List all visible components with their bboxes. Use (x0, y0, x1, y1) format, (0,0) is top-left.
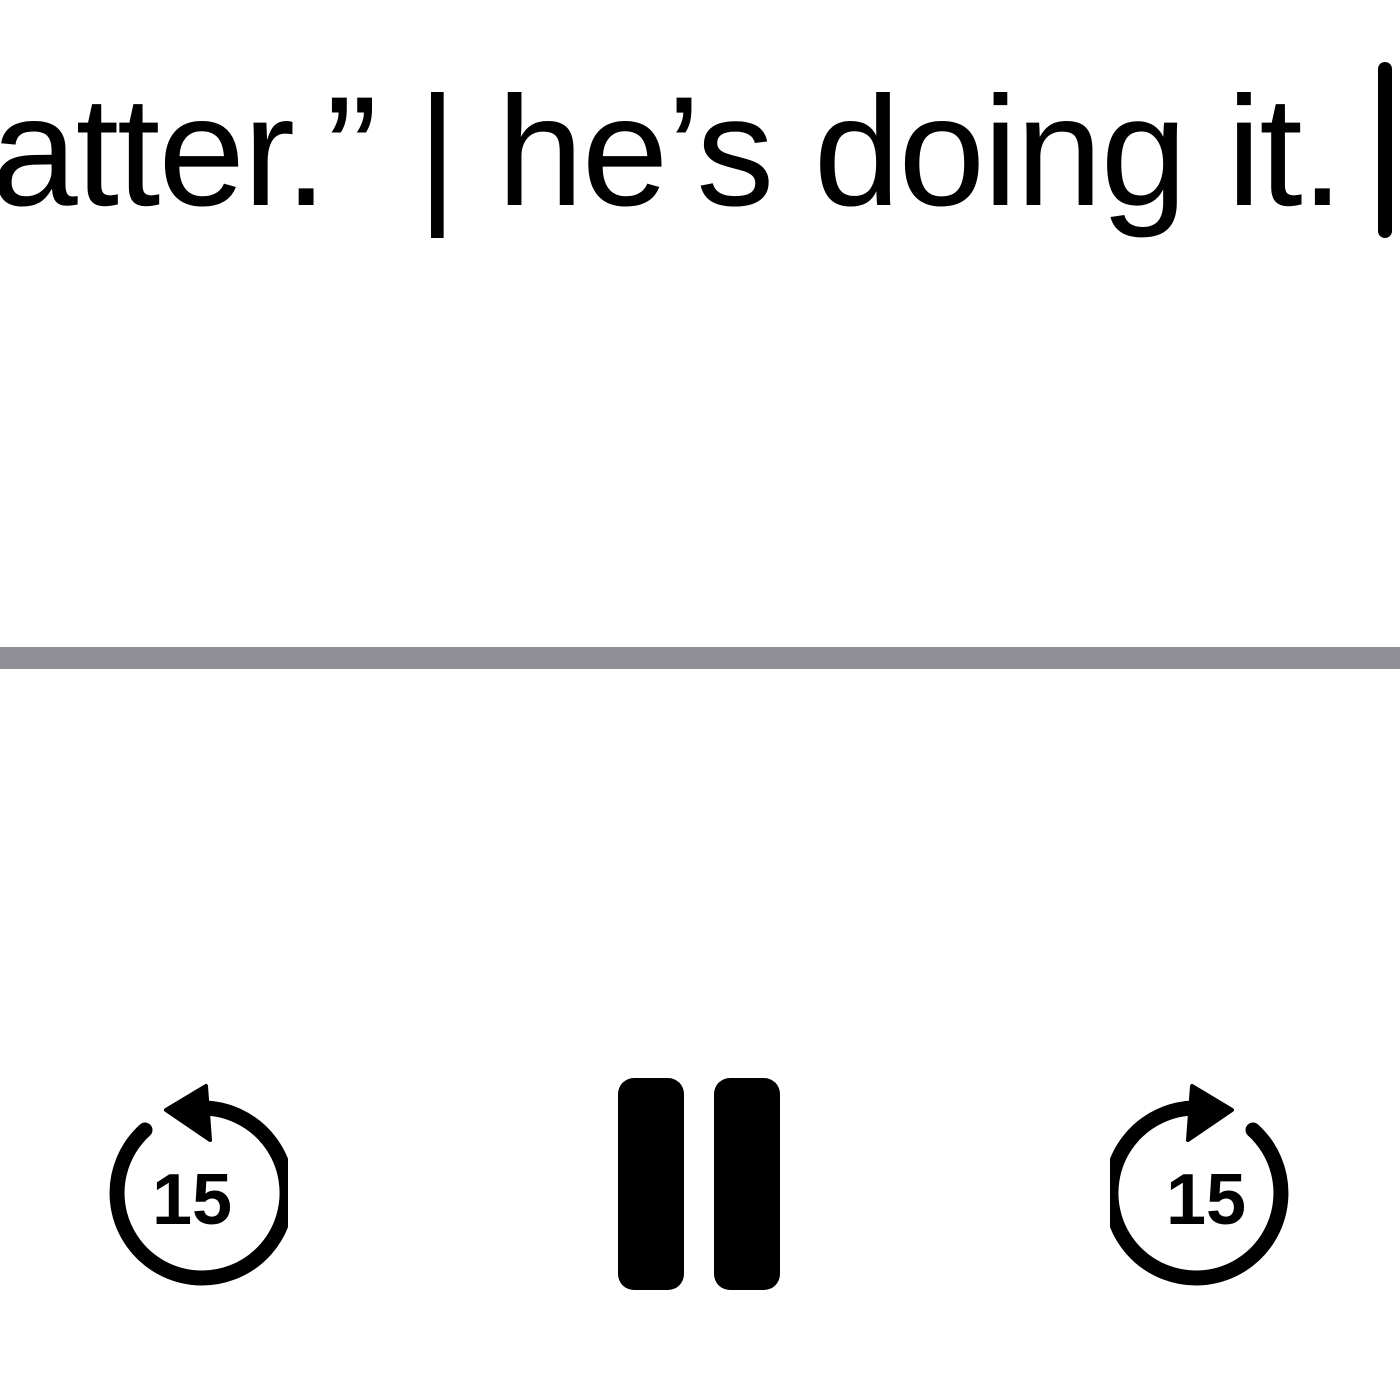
pause-button[interactable] (612, 1074, 786, 1294)
gobackward-15-icon: 15 (109, 1084, 288, 1286)
transcript-line: atter.” | he’s doing it. (0, 62, 1344, 242)
text-cursor (1378, 62, 1392, 238)
progress-track[interactable] (0, 647, 1400, 669)
skip-forward-seconds: 15 (1166, 1160, 1246, 1240)
pause-icon (612, 1074, 786, 1294)
transcript-text: atter.” | he’s doing it. (0, 65, 1344, 239)
skip-back-seconds: 15 (152, 1160, 232, 1240)
skip-back-button[interactable]: 15 (98, 1082, 288, 1288)
skip-forward-button[interactable]: 15 (1110, 1082, 1300, 1288)
goforward-15-icon: 15 (1110, 1084, 1289, 1286)
